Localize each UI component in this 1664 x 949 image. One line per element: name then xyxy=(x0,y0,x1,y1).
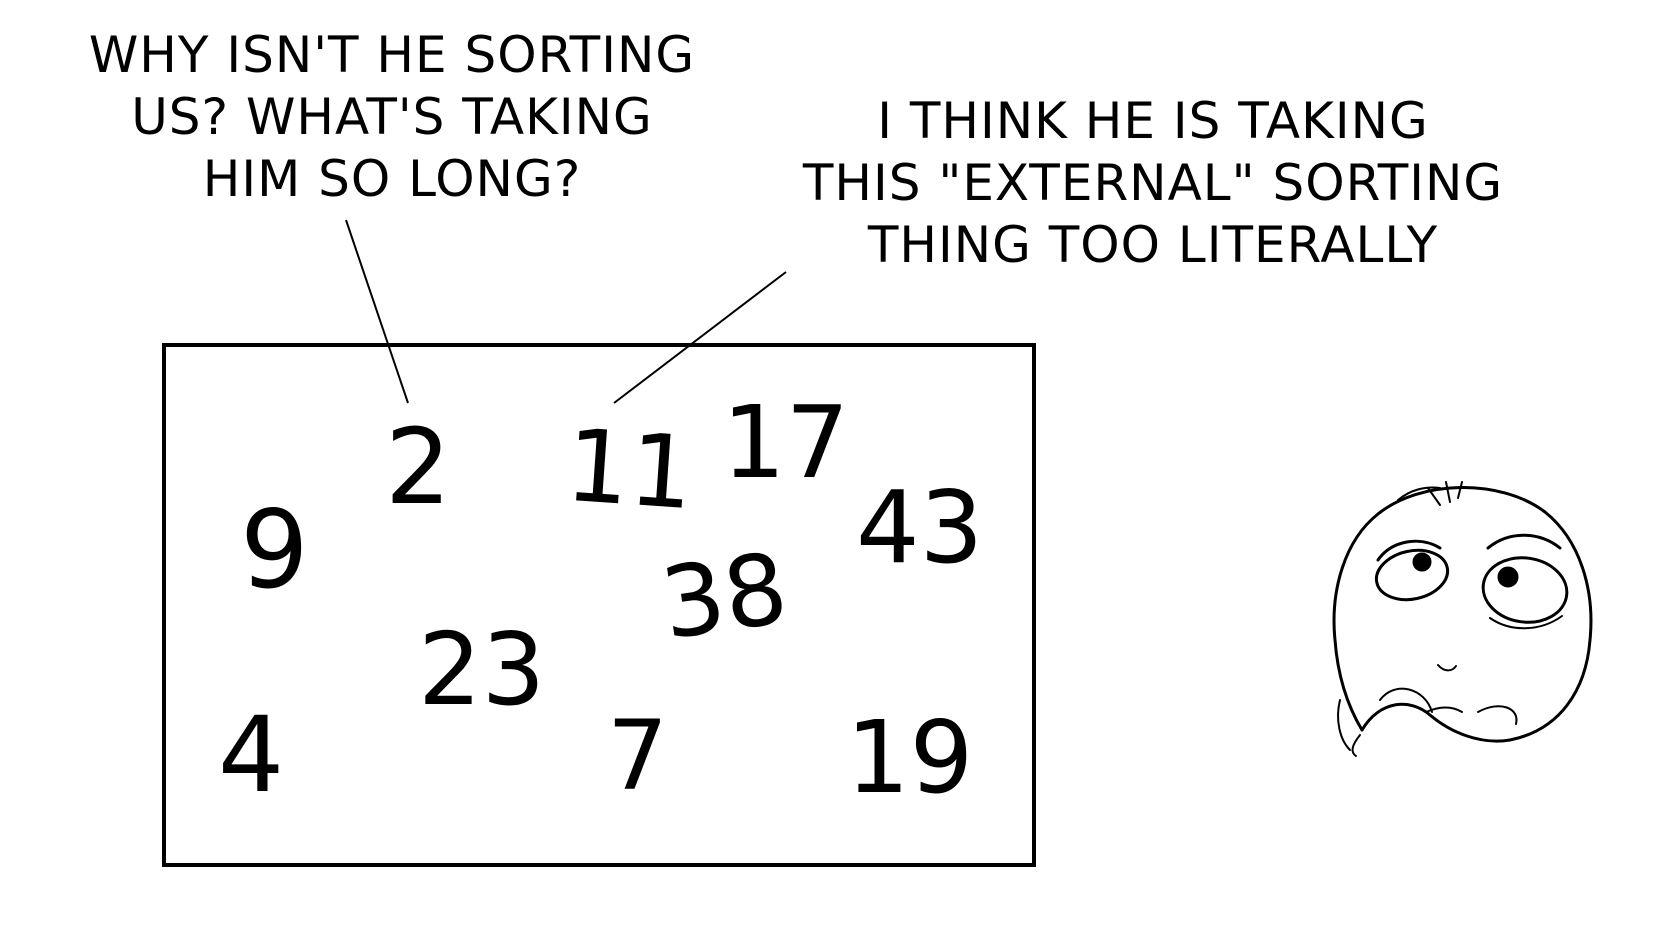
speech-right-line-2: THIS "EXTERNAL" SORTING xyxy=(802,154,1504,212)
number-7: 7 xyxy=(607,700,669,812)
speech-left-line-2: US? WHAT'S TAKING xyxy=(131,88,653,146)
speech-left-line-3: HIM SO LONG? xyxy=(202,150,582,208)
speech-text-left: WHY ISN'T HE SORTING US? WHAT'S TAKING H… xyxy=(22,24,762,210)
number-9: 9 xyxy=(240,488,309,613)
speech-text-right: I THINK HE IS TAKING THIS "EXTERNAL" SOR… xyxy=(748,90,1558,276)
speech-right-line-1: I THINK HE IS TAKING xyxy=(877,92,1429,150)
number-43: 43 xyxy=(856,469,984,586)
number-17: 17 xyxy=(722,384,850,501)
speech-left-line-1: WHY ISN'T HE SORTING xyxy=(88,26,696,84)
number-23: 23 xyxy=(418,611,546,728)
speech-right-line-3: THING TOO LITERALLY xyxy=(867,216,1439,274)
thinking-rage-face-icon xyxy=(1332,481,1593,757)
number-11: 11 xyxy=(562,406,698,533)
number-2: 2 xyxy=(385,406,452,528)
number-38: 38 xyxy=(654,531,795,663)
number-4: 4 xyxy=(218,694,285,816)
number-19: 19 xyxy=(846,699,974,816)
